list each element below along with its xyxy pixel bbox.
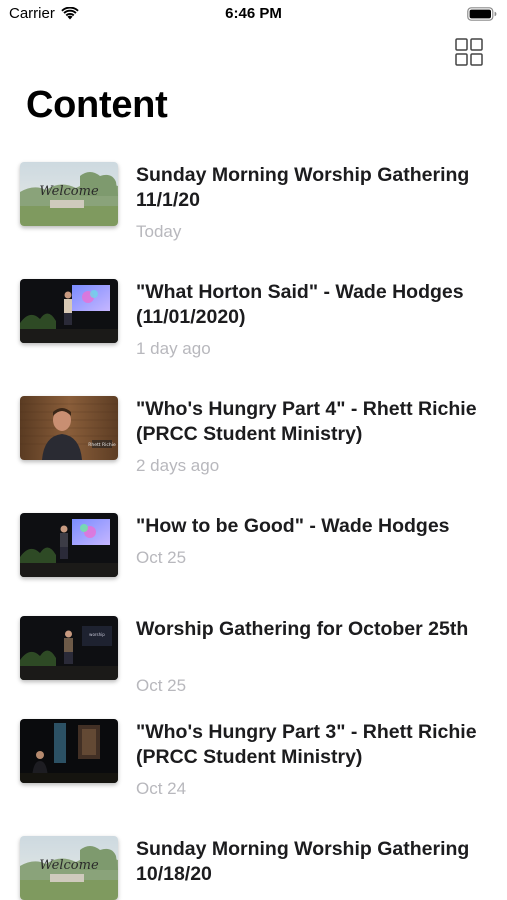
list-item[interactable]: "Who's Hungry Part 3" - Rhett Richie (PR… (0, 707, 507, 817)
list-item[interactable]: "How to be Good" - Wade Hodges Oct 25 (0, 501, 507, 611)
item-date: 2 days ago (136, 456, 220, 475)
svg-text:worship: worship (89, 632, 105, 637)
stage-speaker-image: worship (20, 616, 118, 680)
welcome-slide-image: Welcome (20, 836, 118, 900)
item-title: Worship Gathering for October 25th (136, 618, 469, 640)
item-date: 1 day ago (136, 339, 211, 358)
list-item[interactable]: Rhett Richie "Who's Hungry Part 4" - Rhe… (0, 384, 507, 494)
svg-text:Welcome: Welcome (39, 184, 99, 199)
speaker-closeup-image: Rhett Richie (20, 396, 118, 460)
item-date: Oct 24 (136, 779, 187, 798)
video-thumbnail: Rhett Richie (20, 396, 118, 460)
item-date: Oct 25 (136, 548, 187, 567)
video-thumbnail (20, 513, 118, 577)
video-thumbnail: Welcome (20, 162, 118, 226)
stage-speaker-image (20, 279, 118, 343)
item-title: Sunday Morning Worship Gathering 10/18/2… (136, 838, 470, 885)
welcome-slide-image: Welcome (20, 162, 118, 226)
list-item[interactable]: "What Horton Said" - Wade Hodges (11/01/… (0, 267, 507, 377)
item-title: Sunday Morning Worship Gathering 11/1/20 (136, 164, 470, 211)
page-title: Content (26, 84, 168, 126)
grid-toggle-button[interactable] (455, 38, 483, 66)
svg-text:Welcome: Welcome (39, 858, 99, 873)
status-time: 6:46 PM (225, 5, 282, 22)
video-thumbnail: worship (20, 616, 118, 680)
item-date: Oct 25 (136, 676, 187, 695)
svg-text:Rhett Richie: Rhett Richie (88, 442, 116, 448)
video-thumbnail (20, 279, 118, 343)
list-item[interactable]: Welcome Sunday Morning Worship Gathering… (0, 824, 507, 900)
dark-stage-image (20, 719, 118, 783)
battery-icon (467, 7, 497, 21)
list-item[interactable]: worship Worship Gathering for October 25… (0, 604, 507, 714)
item-title: "Who's Hungry Part 3" - Rhett Richie (PR… (136, 721, 477, 768)
item-title: "What Horton Said" - Wade Hodges (11/01/… (136, 281, 464, 328)
item-date: Today (136, 222, 182, 241)
stage-speaker-image (20, 513, 118, 577)
item-title: "How to be Good" - Wade Hodges (136, 515, 450, 537)
video-thumbnail: Welcome (20, 836, 118, 900)
grid-icon (455, 38, 483, 66)
list-item[interactable]: Welcome Sunday Morning Worship Gathering… (0, 150, 507, 260)
video-thumbnail (20, 719, 118, 783)
item-title: "Who's Hungry Part 4" - Rhett Richie (PR… (136, 398, 477, 445)
status-bar: Carrier 6:46 PM (0, 0, 507, 30)
